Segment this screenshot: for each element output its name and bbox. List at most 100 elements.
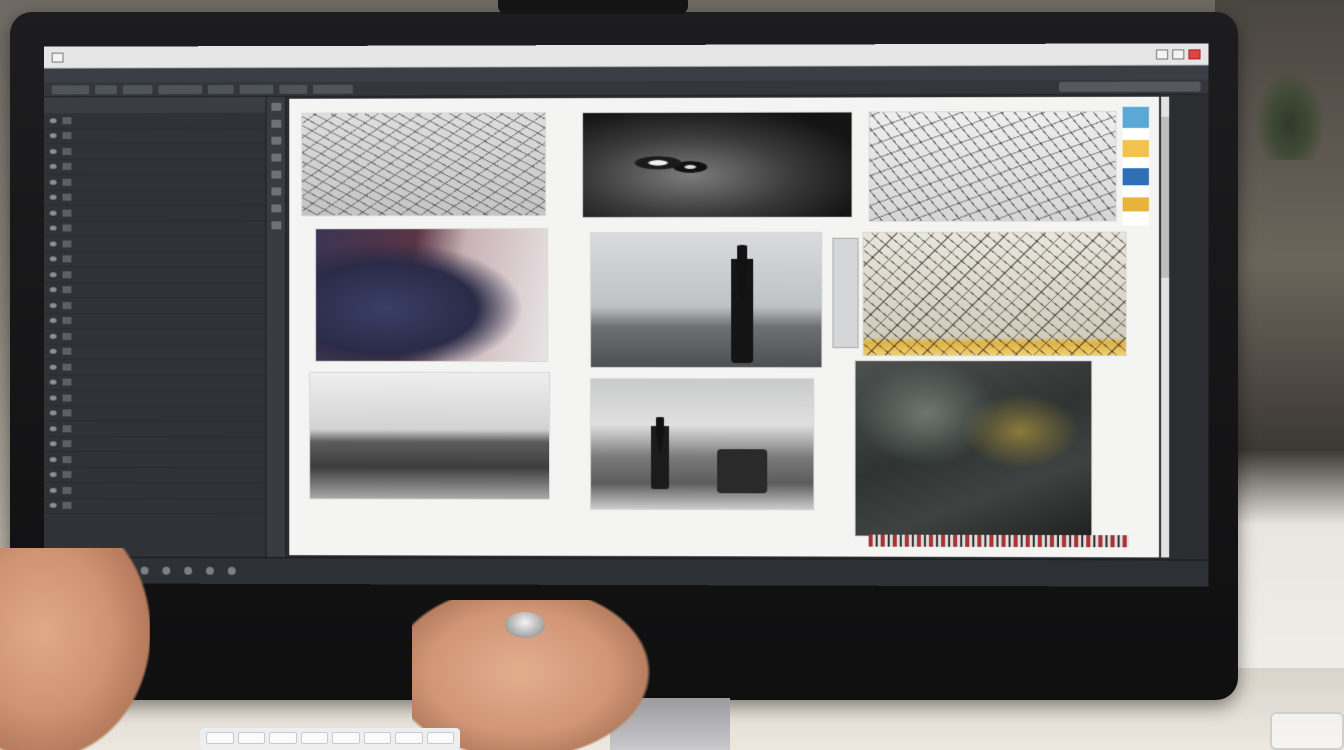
layer-row[interactable]	[43, 405, 266, 422]
app-menu-icon[interactable]	[51, 52, 64, 63]
eraser-tool-icon[interactable]	[270, 187, 281, 196]
visibility-eye-icon[interactable]	[49, 379, 57, 385]
visibility-eye-icon[interactable]	[49, 179, 57, 185]
visibility-eye-icon[interactable]	[49, 148, 57, 154]
layer-row[interactable]	[43, 467, 266, 484]
crop-tool-icon[interactable]	[270, 153, 281, 162]
close-button[interactable]	[1188, 48, 1201, 59]
visibility-eye-icon[interactable]	[49, 210, 57, 216]
layer-row[interactable]	[43, 112, 266, 129]
maximize-button[interactable]	[1172, 48, 1185, 59]
visibility-eye-icon[interactable]	[49, 456, 57, 462]
layer-row[interactable]	[43, 298, 266, 314]
layer-thumbnail	[62, 271, 72, 278]
layer-row[interactable]	[43, 498, 266, 515]
silhouette-figure-photo[interactable]	[590, 231, 823, 369]
visibility-eye-icon[interactable]	[49, 364, 57, 370]
jacket-closeup-photo[interactable]	[315, 228, 549, 362]
layer-row[interactable]	[43, 189, 266, 206]
layer-row[interactable]	[43, 267, 266, 283]
keyboard-key	[206, 732, 234, 744]
visibility-eye-icon[interactable]	[49, 487, 57, 493]
visibility-eye-icon[interactable]	[49, 395, 57, 401]
layer-row[interactable]	[43, 236, 266, 252]
document-canvas[interactable]	[289, 96, 1160, 558]
rock-landscape-photo[interactable]	[309, 371, 551, 500]
move-tool-icon[interactable]	[270, 102, 281, 111]
layer-row[interactable]	[43, 482, 266, 499]
status-icon[interactable]	[227, 566, 236, 575]
scrollbar-thumb[interactable]	[1161, 116, 1170, 278]
layer-thumbnail	[62, 317, 72, 325]
visibility-eye-icon[interactable]	[49, 503, 57, 509]
layer-row[interactable]	[43, 375, 266, 391]
layer-row[interactable]	[43, 328, 266, 345]
options-field[interactable]	[95, 84, 117, 94]
layer-row[interactable]	[43, 174, 266, 191]
options-field[interactable]	[158, 84, 203, 94]
status-icon[interactable]	[162, 566, 171, 575]
options-field[interactable]	[122, 84, 153, 94]
visibility-eye-icon[interactable]	[49, 349, 57, 355]
visibility-eye-icon[interactable]	[49, 472, 57, 478]
options-field[interactable]	[51, 84, 90, 94]
visibility-eye-icon[interactable]	[49, 287, 57, 293]
branches-photo-2[interactable]	[868, 110, 1117, 222]
visibility-eye-icon[interactable]	[49, 256, 57, 262]
options-field[interactable]	[239, 84, 274, 94]
vertical-scrollbar[interactable]	[1161, 96, 1170, 558]
layer-thumbnail	[62, 147, 72, 155]
visibility-eye-icon[interactable]	[49, 302, 57, 308]
visibility-eye-icon[interactable]	[49, 225, 57, 231]
visibility-eye-icon[interactable]	[49, 272, 57, 277]
thumbnail-strip[interactable]	[868, 534, 1129, 548]
layer-row[interactable]	[43, 313, 266, 329]
status-icon[interactable]	[184, 566, 193, 575]
branches-photo-1[interactable]	[301, 112, 547, 217]
visibility-eye-icon[interactable]	[49, 194, 57, 200]
layer-row[interactable]	[43, 344, 266, 360]
zoom-tool-icon[interactable]	[270, 221, 281, 230]
brush-tool-icon[interactable]	[270, 170, 281, 179]
layer-row[interactable]	[43, 421, 266, 438]
visibility-eye-icon[interactable]	[49, 117, 57, 123]
layer-row[interactable]	[43, 282, 266, 299]
dark-texture-photo[interactable]	[854, 360, 1093, 538]
layer-row[interactable]	[43, 128, 266, 145]
layer-row[interactable]	[43, 452, 266, 468]
layer-row[interactable]	[43, 251, 266, 268]
layer-row[interactable]	[43, 159, 266, 175]
background-plant	[1255, 70, 1325, 160]
select-tool-icon[interactable]	[270, 119, 281, 128]
layer-row[interactable]	[43, 359, 266, 376]
visibility-eye-icon[interactable]	[49, 333, 57, 339]
branches-photo-3[interactable]	[862, 231, 1127, 357]
layer-row[interactable]	[43, 220, 266, 237]
visibility-eye-icon[interactable]	[49, 426, 57, 432]
search-input[interactable]	[1059, 81, 1201, 92]
visibility-eye-icon[interactable]	[49, 164, 57, 170]
visibility-eye-icon[interactable]	[49, 441, 57, 447]
visibility-eye-icon[interactable]	[49, 410, 57, 416]
layer-row[interactable]	[43, 436, 266, 453]
options-field[interactable]	[279, 84, 308, 94]
woman-on-shore-photo[interactable]	[590, 377, 815, 511]
color-swatch-strip[interactable]	[1122, 106, 1149, 226]
lasso-tool-icon[interactable]	[270, 136, 281, 145]
text-tool-icon[interactable]	[270, 204, 281, 213]
layer-row[interactable]	[43, 390, 266, 407]
status-icon[interactable]	[205, 566, 214, 575]
face-closeup-photo[interactable]	[582, 111, 853, 219]
left-hand	[0, 548, 150, 750]
window-title	[64, 54, 1156, 57]
guide-ruler[interactable]	[832, 237, 859, 349]
visibility-eye-icon[interactable]	[49, 318, 57, 324]
visibility-eye-icon[interactable]	[49, 133, 57, 139]
layer-thumbnail	[62, 224, 72, 232]
options-field[interactable]	[207, 84, 234, 94]
options-field[interactable]	[313, 84, 353, 94]
layer-row[interactable]	[43, 143, 266, 160]
visibility-eye-icon[interactable]	[49, 241, 57, 247]
layer-row[interactable]	[43, 205, 266, 222]
minimize-button[interactable]	[1156, 48, 1169, 60]
